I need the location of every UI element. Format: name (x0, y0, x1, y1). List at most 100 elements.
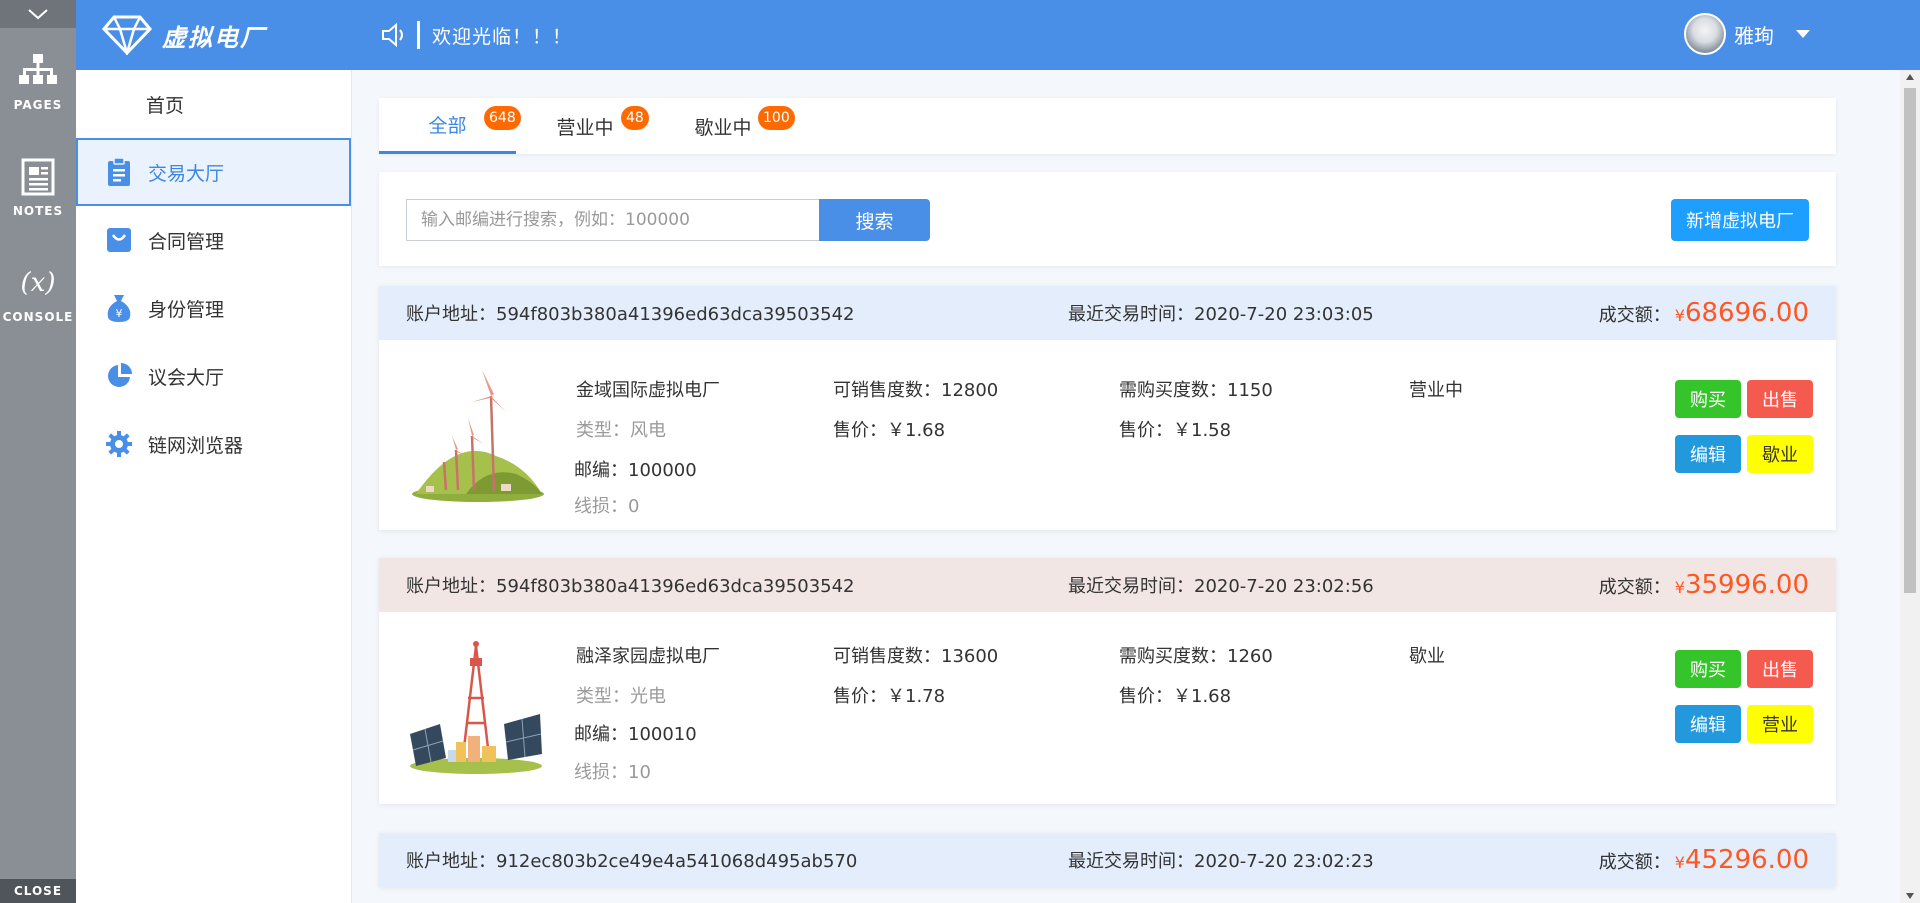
svg-text:¥: ¥ (116, 307, 123, 320)
menu-item-trading-hall[interactable]: 交易大厅 (76, 138, 351, 206)
plant-name: 金域国际虚拟电厂 (576, 380, 720, 401)
trade-amount: 成交额： ¥68696.00 (1598, 298, 1809, 328)
buy-button[interactable]: 购买 (1675, 380, 1741, 418)
card-header: 账户地址：912ec803b2ce49e4a541068d495ab570 最近… (379, 833, 1836, 887)
rail-item-pages[interactable]: PAGES (0, 28, 76, 134)
side-menu: 首页 交易大厅 合同管理 ¥ 身份管理 议会大厅 链网浏览器 (76, 70, 352, 903)
welcome-text: 欢迎光临！！！ (432, 25, 573, 48)
account-address: 账户地址：594f803b380a41396ed63dca39503542 (406, 576, 855, 597)
sellable-kwh: 可销售度数：13600 (833, 646, 999, 667)
purchase-kwh: 需购买度数：1150 (1119, 380, 1273, 401)
user-menu[interactable]: 雅珣 (1684, 13, 1810, 55)
menu-label-home: 首页 (146, 94, 185, 117)
search-button[interactable]: 搜索 (819, 199, 930, 241)
diamond-icon (102, 15, 152, 55)
money-bag-icon: ¥ (104, 293, 134, 323)
menu-item-home[interactable]: 首页 (76, 70, 351, 138)
plant-name: 融泽家园虚拟电厂 (576, 646, 720, 667)
main-content: 全部 648 营业中 48 歇业中 100 搜索 新增虚拟电厂 账户地址：594… (352, 70, 1900, 903)
power-plant-card: 账户地址：594f803b380a41396ed63dca39503542 最近… (379, 558, 1836, 804)
brand-logo[interactable]: 虚拟电厂 (76, 0, 351, 70)
scroll-down-arrow-icon[interactable] (1906, 893, 1914, 899)
purchase-price: 售价：￥1.58 (1119, 420, 1232, 441)
menu-label-chain-browser: 链网浏览器 (148, 434, 244, 457)
scroll-thumb[interactable] (1904, 88, 1916, 593)
menu-item-chain-browser[interactable]: 链网浏览器 (76, 410, 351, 478)
status-tabs: 全部 648 营业中 48 歇业中 100 (379, 98, 1836, 154)
tab-all[interactable]: 全部 648 (379, 98, 521, 154)
function-x-icon: (x) (20, 268, 56, 298)
avatar[interactable] (1684, 13, 1726, 55)
status-label: 营业中 (1409, 380, 1463, 401)
edit-button[interactable]: 编辑 (1675, 435, 1741, 473)
card-header: 账户地址：594f803b380a41396ed63dca39503542 最近… (379, 286, 1836, 340)
rail-item-notes[interactable]: NOTES (0, 134, 76, 240)
tab-label-closed: 歇业中 (694, 116, 752, 139)
tab-label-all: 全部 (428, 115, 467, 137)
solar-tower-illustration (410, 641, 542, 774)
rail-collapse-toggle[interactable] (0, 0, 76, 28)
sell-button[interactable]: 出售 (1747, 650, 1813, 688)
chevron-down-icon (28, 9, 48, 20)
brand-name: 虚拟电厂 (162, 22, 266, 52)
sitemap-icon (17, 50, 59, 92)
close-business-button[interactable]: 歇业 (1747, 435, 1813, 473)
scroll-up-arrow-icon[interactable] (1906, 74, 1914, 80)
last-trade-time: 最近交易时间：2020-7-20 23:02:23 (1068, 851, 1374, 872)
pie-chart-icon (104, 361, 134, 391)
speaker-icon (381, 21, 409, 49)
menu-label-contracts: 合同管理 (148, 230, 225, 253)
clipboard-icon (104, 157, 134, 187)
plant-zipcode: 邮编：100010 (574, 724, 697, 745)
left-rail: PAGES NOTES (x) CONSOLE CLOSE (0, 0, 76, 903)
rail-label-console: CONSOLE (2, 310, 74, 324)
tab-label-open: 营业中 (556, 116, 614, 139)
zipcode-search-input[interactable] (406, 199, 819, 241)
open-business-button[interactable]: 营业 (1747, 705, 1813, 743)
sell-price: 售价：￥1.68 (833, 420, 946, 441)
caret-down-icon[interactable] (1796, 30, 1810, 38)
tab-open[interactable]: 营业中 48 (516, 98, 654, 154)
plant-type: 类型：风电 (576, 420, 666, 441)
bag-icon (104, 225, 134, 255)
rail-label-notes: NOTES (12, 204, 64, 218)
trade-amount: 成交额： ¥45296.00 (1598, 845, 1809, 875)
menu-label-council: 议会大厅 (148, 366, 225, 389)
power-plant-card: 账户地址：912ec803b2ce49e4a541068d495ab570 最近… (379, 833, 1836, 887)
rail-close-button[interactable]: CLOSE (0, 879, 76, 903)
status-label: 歇业 (1409, 646, 1445, 667)
plant-type: 类型：光电 (576, 686, 666, 707)
plant-line-loss: 线损：0 (574, 496, 640, 517)
divider (417, 21, 420, 49)
card-header: 账户地址：594f803b380a41396ed63dca39503542 最近… (379, 558, 1836, 612)
welcome-banner: 欢迎光临！！！ (381, 21, 572, 49)
rail-item-console[interactable]: (x) CONSOLE (0, 240, 76, 346)
account-address: 账户地址：594f803b380a41396ed63dca39503542 (406, 304, 855, 325)
trade-amount: 成交额： ¥35996.00 (1598, 570, 1809, 600)
edit-button[interactable]: 编辑 (1675, 705, 1741, 743)
rail-label-pages: PAGES (13, 98, 63, 112)
count-badge-open: 48 (621, 106, 649, 130)
top-header: 虚拟电厂 欢迎光临！！！ 雅珣 (76, 0, 1920, 70)
purchase-price: 售价：￥1.68 (1119, 686, 1232, 707)
card-body: 融泽家园虚拟电厂 类型：光电 邮编：100010 线损：10 可销售度数：136… (379, 612, 1836, 804)
count-badge-closed: 100 (758, 106, 795, 130)
add-power-plant-button[interactable]: 新增虚拟电厂 (1671, 199, 1809, 241)
user-name: 雅珣 (1734, 23, 1774, 48)
account-address: 账户地址：912ec803b2ce49e4a541068d495ab570 (406, 851, 858, 872)
plant-zipcode: 邮编：100000 (574, 460, 697, 481)
gear-icon (104, 429, 134, 459)
notes-icon (17, 156, 59, 198)
sell-price: 售价：￥1.78 (833, 686, 946, 707)
vertical-scrollbar[interactable] (1900, 70, 1920, 903)
sell-button[interactable]: 出售 (1747, 380, 1813, 418)
menu-item-identity[interactable]: ¥ 身份管理 (76, 274, 351, 342)
search-panel: 搜索 新增虚拟电厂 (379, 172, 1836, 266)
power-plant-card: 账户地址：594f803b380a41396ed63dca39503542 最近… (379, 286, 1836, 530)
last-trade-time: 最近交易时间：2020-7-20 23:03:05 (1068, 304, 1374, 325)
menu-item-council[interactable]: 议会大厅 (76, 342, 351, 410)
menu-item-contracts[interactable]: 合同管理 (76, 206, 351, 274)
buy-button[interactable]: 购买 (1675, 650, 1741, 688)
tab-closed[interactable]: 歇业中 100 (654, 98, 795, 154)
card-body: 金域国际虚拟电厂 类型：风电 邮编：100000 线损：0 可销售度数：1280… (379, 340, 1836, 530)
